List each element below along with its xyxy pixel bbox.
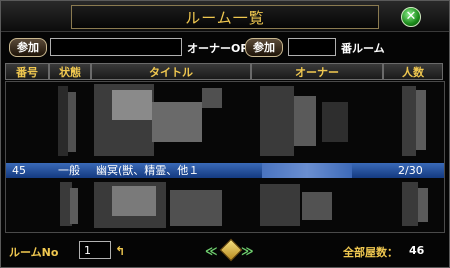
total-rooms-value: 46 [409, 244, 425, 257]
join-button-number[interactable]: 参加 [245, 38, 283, 57]
header-title[interactable]: タイトル [91, 63, 251, 80]
total-rooms-label: 全部屋数： [343, 246, 398, 259]
room-no-label: ルームNo [9, 246, 59, 259]
row-count: 2/30 [398, 164, 423, 177]
room-no-input[interactable]: 1 [79, 241, 111, 259]
status-column-blur [54, 82, 86, 232]
title-bar: ルーム一覧 ✕ [1, 1, 449, 32]
header-owner[interactable]: オーナー [251, 63, 383, 80]
table-row-selected[interactable]: 45 一般 幽冥(獣、精霊、他１ 2/30 [6, 163, 444, 178]
title-frame: ルーム一覧 [71, 5, 379, 29]
join-button-owner[interactable]: 参加 [9, 38, 47, 57]
row-status: 一般 [58, 164, 80, 177]
room-number-label: 番ルーム [341, 42, 385, 55]
diamond-refresh-icon[interactable] [219, 238, 243, 262]
title-column-blur [92, 82, 242, 232]
row-title: 幽冥(獣、精霊、他１ [96, 164, 200, 177]
room-list[interactable]: 45 一般 幽冥(獣、精霊、他１ 2/30 [5, 81, 445, 233]
close-icon: ✕ [405, 9, 417, 24]
close-button[interactable]: ✕ [401, 7, 421, 27]
row-number: 45 [12, 164, 26, 177]
double-left-arrow-icon[interactable]: ≪ [205, 244, 218, 258]
window-title: ルーム一覧 [185, 9, 265, 27]
header-count[interactable]: 人数 [383, 63, 443, 80]
room-list-window: ルーム一覧 ✕ 参加 オーナーOR 参加 番ルーム 番号 状態 タイトル オーナ… [0, 0, 450, 268]
table-header: 番号 状態 タイトル オーナー 人数 [5, 63, 443, 80]
owner-search-input[interactable] [50, 38, 182, 56]
header-number[interactable]: 番号 [5, 63, 49, 80]
return-arrow-icon[interactable]: ↰ [115, 244, 125, 258]
double-right-arrow-icon[interactable]: ≫ [241, 244, 254, 258]
owner-or-label: オーナーOR [187, 42, 249, 55]
count-column-blur [398, 82, 434, 232]
owner-column-blur [258, 82, 382, 232]
row-owner-redacted [262, 163, 352, 178]
room-number-input[interactable] [288, 38, 336, 56]
header-status[interactable]: 状態 [49, 63, 91, 80]
